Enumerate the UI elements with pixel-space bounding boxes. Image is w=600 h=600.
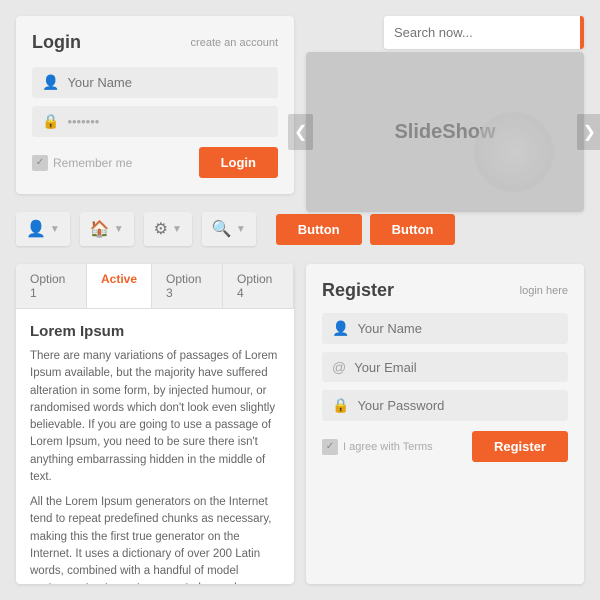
register-header: Register login here: [322, 280, 568, 301]
search-toolbar-btn[interactable]: 🔍 ▼: [202, 212, 256, 246]
gear-toolbar-btn[interactable]: ⚙ ▼: [144, 212, 192, 246]
action-button-2[interactable]: Button: [370, 214, 456, 245]
register-name-group: 👤: [322, 313, 568, 344]
content-title: Lorem Ipsum: [30, 323, 280, 340]
search-toolbar-icon: 🔍: [212, 219, 232, 239]
toolbar-row: 👤 ▼ 🏠 ▼ ⚙ ▼ 🔍 ▼ Button Button: [16, 206, 584, 252]
register-email-group: @: [322, 352, 568, 382]
agree-terms: ✓ I agree with Terms: [322, 439, 433, 455]
tab-body: Lorem Ipsum There are many variations of…: [16, 309, 294, 584]
register-lock-icon: 🔒: [332, 397, 349, 414]
gear-chevron-icon: ▼: [172, 224, 182, 235]
tab-option4[interactable]: Option 4: [223, 264, 294, 308]
slide-prev-button[interactable]: ❮: [288, 114, 313, 150]
user-chevron-icon: ▼: [50, 224, 60, 235]
slide-next-button[interactable]: ❯: [577, 114, 600, 150]
login-button[interactable]: Login: [199, 147, 278, 178]
password-group: 🔒: [32, 106, 278, 137]
home-chevron-icon: ▼: [114, 224, 124, 235]
home-toolbar-icon: 🏠: [90, 219, 110, 239]
slideshow-label: SlideShow: [394, 121, 495, 144]
action-button-1[interactable]: Button: [276, 214, 362, 245]
action-buttons: Button Button: [276, 214, 456, 245]
register-button[interactable]: Register: [472, 431, 568, 462]
slideshow: ❮ SlideShow ❯: [306, 52, 584, 212]
agree-label: I agree with Terms: [343, 441, 433, 453]
remember-me: ✓ Remember me: [32, 155, 132, 171]
login-here-link[interactable]: login here: [520, 285, 568, 297]
login-title: Login: [32, 32, 81, 53]
register-user-icon: 👤: [332, 320, 349, 337]
user-icon: 👤: [42, 74, 59, 91]
search-chevron-icon: ▼: [236, 224, 246, 235]
username-input[interactable]: [67, 75, 268, 90]
register-title: Register: [322, 280, 394, 301]
login-header: Login create an account: [32, 32, 278, 53]
gear-toolbar-icon: ⚙: [154, 219, 168, 239]
register-footer: ✓ I agree with Terms Register: [322, 431, 568, 462]
register-card: Register login here 👤 @ 🔒 ✓ I agree with…: [306, 264, 584, 584]
user-toolbar-icon: 👤: [26, 219, 46, 239]
user-toolbar-btn[interactable]: 👤 ▼: [16, 212, 70, 246]
register-password-group: 🔒: [322, 390, 568, 421]
register-email-icon: @: [332, 359, 346, 375]
tab-option3[interactable]: Option 3: [152, 264, 223, 308]
remember-checkbox[interactable]: ✓: [32, 155, 48, 171]
remember-label: Remember me: [53, 156, 132, 170]
lock-icon: 🔒: [42, 113, 59, 130]
content-paragraph-2: All the Lorem Ipsum generators on the In…: [30, 494, 280, 584]
create-account-link[interactable]: create an account: [191, 37, 278, 49]
login-footer: ✓ Remember me Login: [32, 147, 278, 178]
agree-checkbox[interactable]: ✓: [322, 439, 338, 455]
tab-active[interactable]: Active: [87, 264, 152, 308]
tab-option1[interactable]: Option 1: [16, 264, 87, 308]
login-card: Login create an account 👤 🔒 ✓ Remember m…: [16, 16, 294, 194]
register-name-input[interactable]: [357, 321, 558, 336]
username-group: 👤: [32, 67, 278, 98]
password-input[interactable]: [67, 114, 268, 129]
tabs-content: Option 1 Active Option 3 Option 4 Lorem …: [16, 264, 294, 584]
content-paragraph-1: There are many variations of passages of…: [30, 348, 280, 486]
home-toolbar-btn[interactable]: 🏠 ▼: [80, 212, 134, 246]
register-email-input[interactable]: [354, 360, 558, 375]
tabs: Option 1 Active Option 3 Option 4: [16, 264, 294, 309]
register-password-input[interactable]: [357, 398, 558, 413]
